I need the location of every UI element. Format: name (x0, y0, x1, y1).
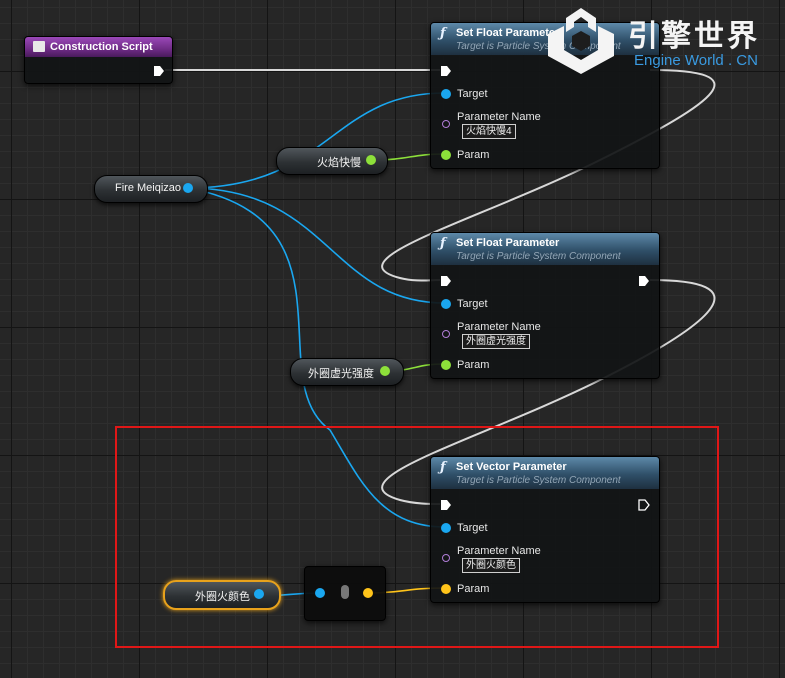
watermark-logo-text: 引擎世界 (628, 20, 760, 53)
parameter-name-input[interactable]: 火焰快慢4 (462, 124, 516, 139)
set-float-parameter-node-2[interactable]: ƒ Set Float Parameter Target is Particle… (430, 232, 660, 379)
parameter-name-pin[interactable] (442, 120, 450, 128)
target-label: Target (457, 88, 488, 100)
construction-script-title: Construction Script (50, 41, 153, 53)
node-title: Set Float Parameter (456, 237, 560, 249)
parameter-name-label: Parameter Name (457, 321, 541, 333)
variable-label: 外圈虚光强度 (308, 368, 374, 380)
float-output-pin[interactable] (366, 155, 376, 165)
variable-label: 火焰快慢 (317, 157, 361, 169)
parameter-name-pin[interactable] (442, 330, 450, 338)
construction-script-header: Construction Script (25, 37, 172, 57)
param-pin[interactable] (441, 150, 451, 160)
exec-out-pin[interactable] (638, 275, 650, 287)
node-header: ƒ Set Float Parameter Target is Particle… (431, 233, 659, 265)
variable-label: Fire Meiqizao (115, 182, 182, 194)
parameter-name-input[interactable]: 外圈虚光强度 (462, 334, 530, 349)
engine-world-logo-icon (548, 8, 614, 74)
exec-out-pin[interactable] (153, 65, 165, 77)
function-icon: ƒ (440, 236, 446, 251)
exec-in-pin[interactable] (440, 65, 452, 77)
target-pin[interactable] (441, 89, 451, 99)
fire-speed-variable-node[interactable]: 火焰快慢 (276, 147, 388, 175)
object-output-pin[interactable] (183, 183, 193, 193)
outer-glow-intensity-variable-node[interactable]: 外圈虚光强度 (290, 358, 404, 386)
exec-in-pin[interactable] (440, 275, 452, 287)
construction-script-node[interactable]: Construction Script (24, 36, 173, 84)
function-icon: ƒ (440, 26, 446, 41)
fire-meiqizao-variable-node[interactable]: Fire Meiqizao (94, 175, 208, 203)
target-label: Target (457, 298, 488, 310)
node-subtitle: Target is Particle System Component (456, 251, 621, 262)
param-label: Param (457, 359, 490, 371)
construction-script-icon (33, 41, 45, 52)
param-pin[interactable] (441, 360, 451, 370)
highlight-box (115, 426, 719, 648)
float-output-pin[interactable] (380, 366, 390, 376)
target-pin[interactable] (441, 299, 451, 309)
parameter-name-label: Parameter Name (457, 111, 541, 123)
watermark-subtitle: Engine World . CN (634, 52, 758, 69)
param-label: Param (457, 149, 490, 161)
